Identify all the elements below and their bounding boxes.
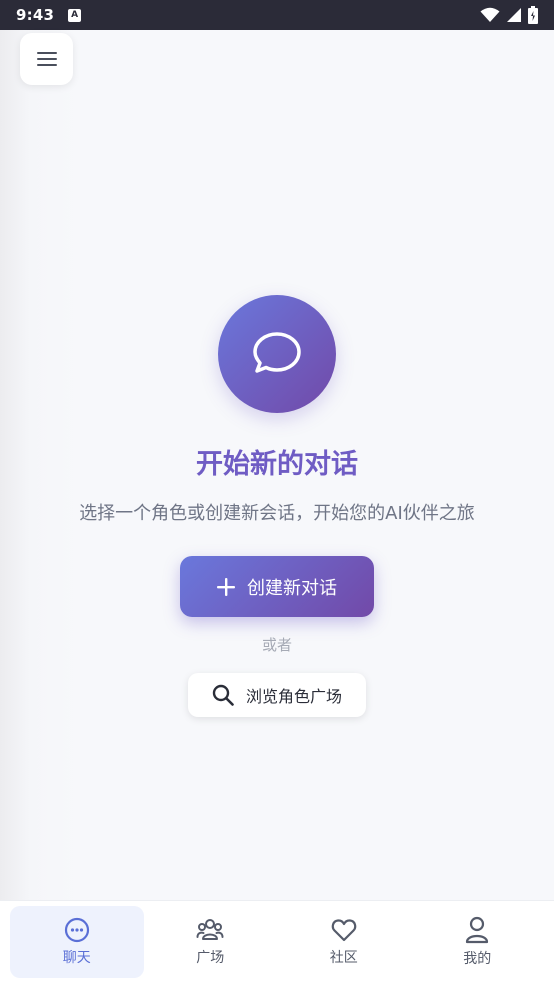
hamburger-menu-icon	[36, 52, 57, 66]
browse-characters-label: 浏览角色广场	[245, 687, 342, 706]
plus-icon	[217, 577, 235, 596]
status-bar: 9:43 A	[0, 0, 554, 30]
status-icons	[480, 6, 538, 24]
nav-label-chat: 聊天	[62, 950, 91, 966]
search-icon	[212, 684, 234, 706]
nav-label-plaza: 广场	[196, 950, 225, 966]
empty-state-subtitle: 选择一个角色或创建新会话，开始您的AI伙伴之旅	[79, 503, 475, 524]
nav-item-profile[interactable]: 我的	[411, 906, 545, 978]
signal-icon	[507, 8, 521, 22]
user-icon	[466, 916, 489, 944]
menu-button[interactable]	[20, 33, 73, 85]
wifi-icon	[480, 7, 500, 22]
nav-item-community[interactable]: 社区	[277, 906, 411, 978]
nav-label-community: 社区	[329, 950, 358, 966]
status-time: 9:43	[16, 6, 55, 24]
nav-label-profile: 我的	[463, 951, 492, 967]
heart-icon	[331, 919, 357, 942]
hero-chat-circle	[218, 295, 336, 413]
notification-icon: A	[68, 8, 82, 22]
chat-dots-icon	[64, 917, 89, 943]
main-content: 开始新的对话 选择一个角色或创建新会话，开始您的AI伙伴之旅 创建新对话 或者 …	[0, 30, 554, 900]
group-icon	[196, 919, 224, 940]
create-conversation-button[interactable]: 创建新对话	[180, 556, 374, 617]
bottom-nav: 聊天 广场 社区 我的	[0, 900, 554, 984]
chat-bubble-icon	[253, 332, 301, 373]
empty-state-title: 开始新的对话	[196, 449, 358, 480]
battery-icon	[528, 6, 538, 24]
nav-item-chat[interactable]: 聊天	[10, 906, 144, 978]
or-divider-text: 或者	[261, 636, 292, 654]
create-conversation-label: 创建新对话	[247, 577, 337, 599]
nav-item-plaza[interactable]: 广场	[144, 906, 278, 978]
browse-characters-button[interactable]: 浏览角色广场	[188, 673, 366, 717]
